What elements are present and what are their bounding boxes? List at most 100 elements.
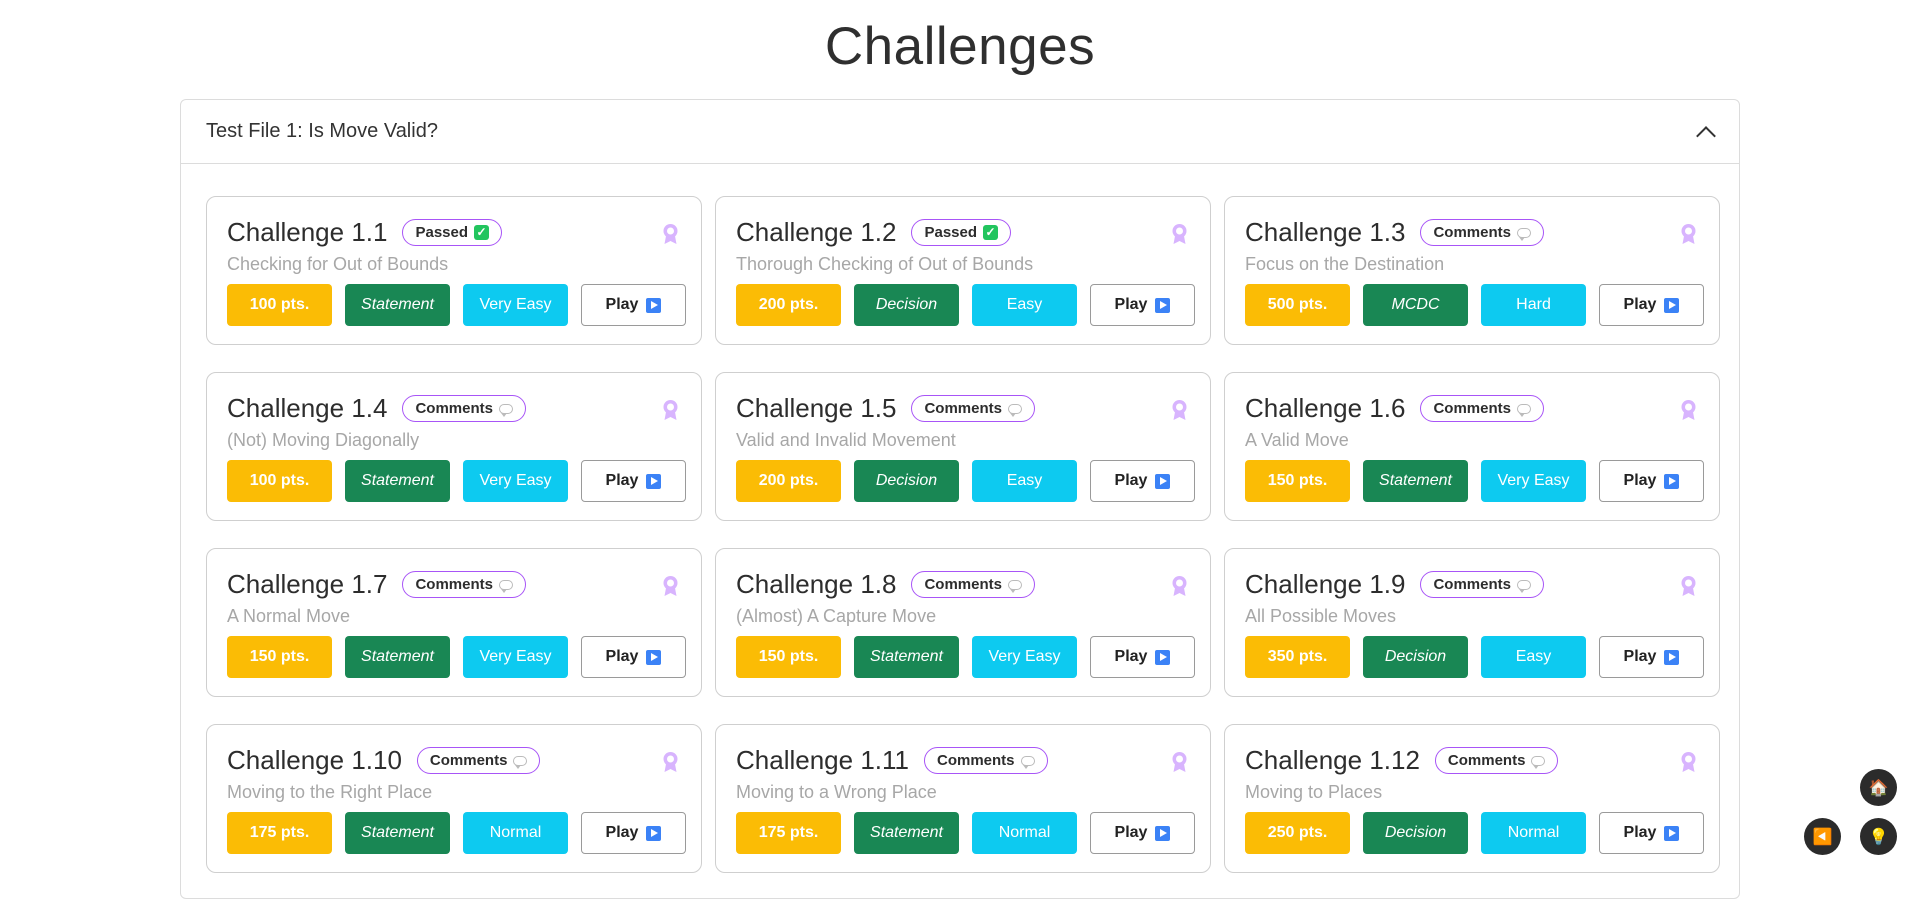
challenge-title: Challenge 1.3 xyxy=(1245,217,1406,247)
play-button[interactable]: Play xyxy=(1599,284,1704,326)
coverage-type-button: Decision xyxy=(1363,812,1468,854)
coverage-type-button: Statement xyxy=(345,812,450,854)
play-label: Play xyxy=(605,824,639,841)
challenge-title: Challenge 1.7 xyxy=(227,569,388,599)
chevron-up-icon[interactable] xyxy=(1696,123,1714,141)
challenge-card: Challenge 1.10 Comments Moving to the Ri… xyxy=(206,724,702,873)
play-button[interactable]: Play xyxy=(581,284,686,326)
coverage-type-button: Statement xyxy=(854,636,959,678)
play-button[interactable]: Play xyxy=(1090,812,1195,854)
play-icon xyxy=(1664,297,1680,313)
status-label: Comments xyxy=(1433,576,1511,593)
play-icon xyxy=(646,649,662,665)
points-button: 500 pts. xyxy=(1245,284,1350,326)
challenge-card: Challenge 1.7 Comments A Normal Move 150… xyxy=(206,548,702,697)
play-button[interactable]: Play xyxy=(1599,812,1704,854)
status-badge[interactable]: Comments xyxy=(911,395,1035,422)
hint-button[interactable]: 💡 xyxy=(1860,818,1897,855)
play-icon xyxy=(1155,297,1171,313)
card-header: Challenge 1.3 Comments xyxy=(1245,217,1544,248)
accordion-header[interactable]: Test File 1: Is Move Valid? xyxy=(181,100,1739,164)
play-label: Play xyxy=(605,472,639,489)
card-actions: 350 pts. Decision Easy Play xyxy=(1245,636,1704,678)
card-actions: 250 pts. Decision Normal Play xyxy=(1245,812,1704,854)
card-actions: 200 pts. Decision Easy Play xyxy=(736,284,1195,326)
play-label: Play xyxy=(1114,824,1148,841)
award-icon xyxy=(663,400,678,420)
challenge-title: Challenge 1.12 xyxy=(1245,745,1420,775)
award-icon xyxy=(1681,224,1696,244)
status-badge[interactable]: Passed ✓ xyxy=(402,219,503,246)
play-label: Play xyxy=(1623,648,1657,665)
play-button[interactable]: Play xyxy=(1090,636,1195,678)
comment-bubble-icon xyxy=(1007,579,1022,593)
back-button[interactable]: ◀️ xyxy=(1804,818,1841,855)
challenge-subtitle: Valid and Invalid Movement xyxy=(736,430,956,450)
play-button[interactable]: Play xyxy=(1090,284,1195,326)
status-badge[interactable]: Comments xyxy=(911,571,1035,598)
challenge-title: Challenge 1.8 xyxy=(736,569,897,599)
points-button: 100 pts. xyxy=(227,460,332,502)
status-badge[interactable]: Comments xyxy=(1420,219,1544,246)
play-icon xyxy=(1155,649,1171,665)
status-label: Passed xyxy=(415,224,469,241)
test-file-accordion: Test File 1: Is Move Valid? Challenge 1.… xyxy=(180,99,1740,899)
points-button: 250 pts. xyxy=(1245,812,1350,854)
play-label: Play xyxy=(605,296,639,313)
status-badge[interactable]: Comments xyxy=(1420,571,1544,598)
status-badge[interactable]: Comments xyxy=(402,571,526,598)
challenge-card: Challenge 1.6 Comments A Valid Move 150 … xyxy=(1224,372,1720,521)
play-button[interactable]: Play xyxy=(581,636,686,678)
award-icon xyxy=(663,224,678,244)
challenge-card: Challenge 1.9 Comments All Possible Move… xyxy=(1224,548,1720,697)
status-badge[interactable]: Comments xyxy=(924,747,1048,774)
award-icon xyxy=(1681,752,1696,772)
difficulty-button: Very Easy xyxy=(1481,460,1586,502)
play-button[interactable]: Play xyxy=(581,812,686,854)
challenge-subtitle: Checking for Out of Bounds xyxy=(227,254,449,274)
status-badge[interactable]: Comments xyxy=(402,395,526,422)
coverage-type-button: Statement xyxy=(854,812,959,854)
difficulty-button: Very Easy xyxy=(463,460,568,502)
play-icon xyxy=(1155,825,1171,841)
card-header: Challenge 1.1 Passed ✓ xyxy=(227,217,503,248)
challenge-card: Challenge 1.8 Comments (Almost) A Captur… xyxy=(715,548,1211,697)
play-button[interactable]: Play xyxy=(1599,636,1704,678)
card-header: Challenge 1.9 Comments xyxy=(1245,569,1544,600)
home-button[interactable]: 🏠 xyxy=(1860,769,1897,806)
status-badge[interactable]: Comments xyxy=(1434,747,1559,774)
challenge-card: Challenge 1.2 Passed ✓ Thorough Checking… xyxy=(715,196,1211,345)
house-icon: 🏠 xyxy=(1868,779,1889,797)
play-label: Play xyxy=(1114,296,1148,313)
status-badge[interactable]: Comments xyxy=(1420,395,1544,422)
challenge-subtitle: All Possible Moves xyxy=(1245,606,1397,626)
difficulty-button: Very Easy xyxy=(972,636,1077,678)
card-header: Challenge 1.5 Comments xyxy=(736,393,1035,424)
card-actions: 150 pts. Statement Very Easy Play xyxy=(227,636,686,678)
play-label: Play xyxy=(1623,472,1657,489)
status-label: Comments xyxy=(1447,752,1526,769)
challenge-subtitle: A Normal Move xyxy=(227,606,351,626)
card-header: Challenge 1.10 Comments xyxy=(227,745,541,776)
coverage-type-button: Statement xyxy=(1363,460,1468,502)
card-actions: 175 pts. Statement Normal Play xyxy=(736,812,1195,854)
status-label: Comments xyxy=(924,576,1002,593)
challenge-grid: Challenge 1.1 Passed ✓ Checking for Out … xyxy=(206,196,1720,873)
card-actions: 200 pts. Decision Easy Play xyxy=(736,460,1195,502)
coverage-type-button: Decision xyxy=(1363,636,1468,678)
challenge-card: Challenge 1.3 Comments Focus on the Dest… xyxy=(1224,196,1720,345)
play-button[interactable]: Play xyxy=(581,460,686,502)
play-button[interactable]: Play xyxy=(1599,460,1704,502)
award-icon xyxy=(1681,576,1696,596)
card-actions: 100 pts. Statement Very Easy Play xyxy=(227,460,686,502)
comment-bubble-icon xyxy=(1516,227,1531,241)
status-badge[interactable]: Passed ✓ xyxy=(911,219,1012,246)
card-actions: 175 pts. Statement Normal Play xyxy=(227,812,686,854)
points-button: 175 pts. xyxy=(227,812,332,854)
card-header: Challenge 1.6 Comments xyxy=(1245,393,1544,424)
play-label: Play xyxy=(1623,824,1657,841)
play-button[interactable]: Play xyxy=(1090,460,1195,502)
difficulty-button: Easy xyxy=(1481,636,1586,678)
award-icon xyxy=(1172,400,1187,420)
status-badge[interactable]: Comments xyxy=(416,747,541,774)
